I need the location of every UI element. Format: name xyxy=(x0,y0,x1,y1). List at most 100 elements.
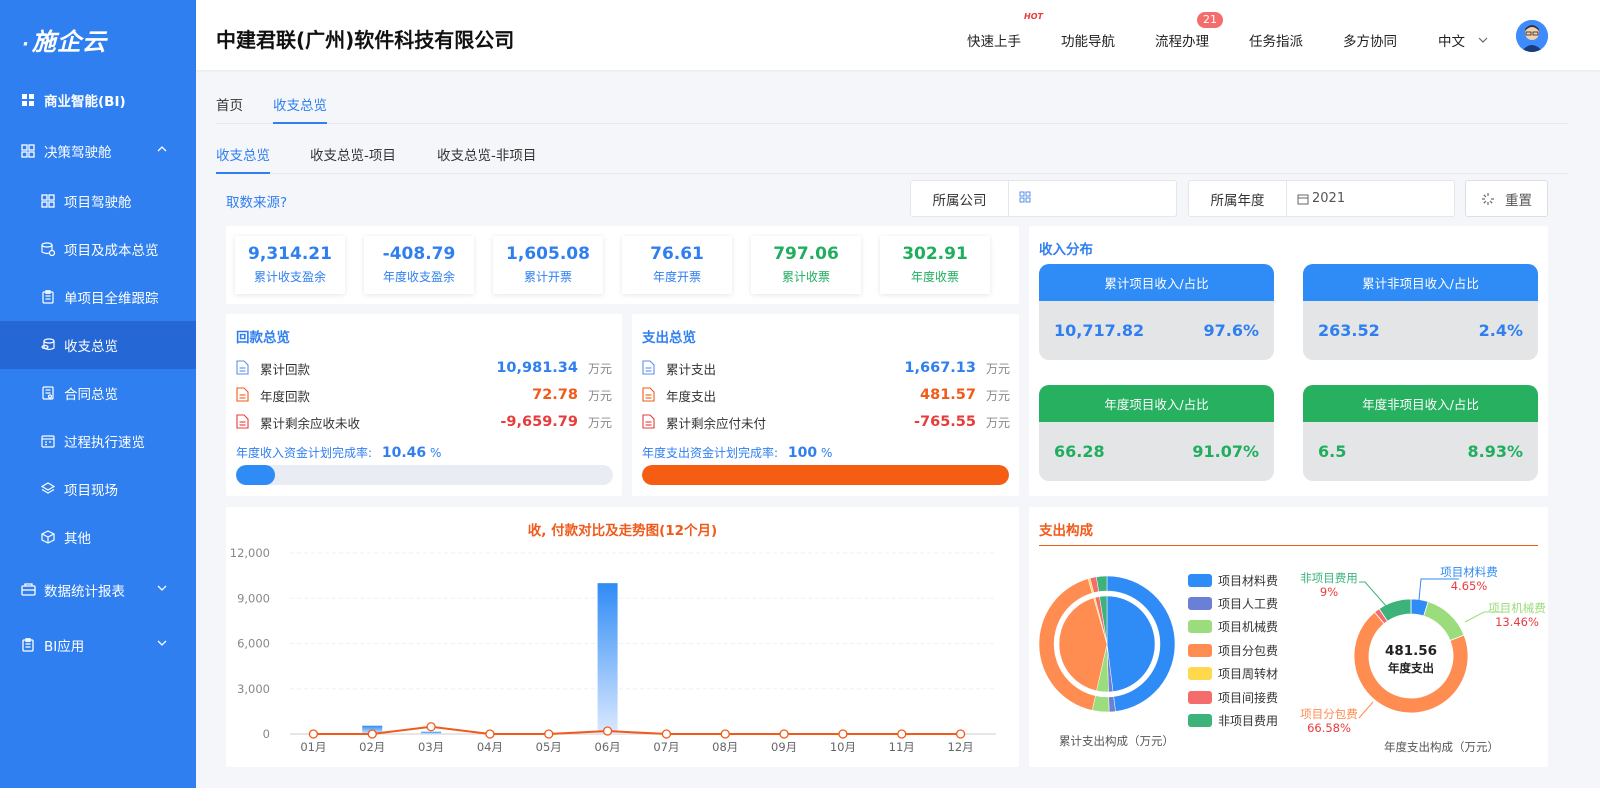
callout-pct: 9% xyxy=(1320,585,1338,599)
sidebar-item-cockpit[interactable]: 决策驾驶舱 xyxy=(0,127,196,175)
legend-swatch xyxy=(1188,691,1212,704)
row-label: 年度回款 xyxy=(260,388,311,404)
company-filter[interactable]: 所属公司 xyxy=(910,180,1177,217)
right-pie-caption: 年度支出构成（万元） xyxy=(1384,740,1499,754)
legend-label: 项目材料费 xyxy=(1218,574,1279,588)
legend-item[interactable]: 项目周转材 xyxy=(1188,665,1278,682)
loading-icon xyxy=(1481,192,1495,206)
tab-home[interactable]: 首页 xyxy=(216,94,243,124)
sidebar-item-single-project[interactable]: 单项目全维跟踪 xyxy=(0,273,196,321)
line-point xyxy=(544,729,554,739)
row-value: 10,981.34 xyxy=(496,360,578,376)
panel-title: 支出总览 xyxy=(642,330,696,346)
row-unit: 万元 xyxy=(587,361,612,376)
kpi-value: -408.79 xyxy=(382,244,456,264)
sidebar-item-project-cost[interactable]: 项目及成本总览 xyxy=(0,225,196,273)
sidebar-item-contract[interactable]: 合同总览 xyxy=(0,369,196,417)
bar xyxy=(421,731,442,734)
income-card-header: 年度项目收入/占比 xyxy=(1039,385,1274,422)
callout-line xyxy=(1358,701,1374,719)
callout-line xyxy=(1359,581,1388,608)
expense-comp-panel: 支出构成 481.56 年度支出 项目材料费 4.65% 项目机械费 13.46% 项目分包… xyxy=(1029,507,1548,767)
callout-name: 项目分包费 xyxy=(1300,707,1358,721)
reset-button[interactable]: 重置 xyxy=(1465,180,1548,217)
sidebar-item-label: 项目现场 xyxy=(64,483,118,499)
trend-chart: 0 3,000 6,000 9,000 12,000 01月 02月 03月 04月 05月 06月… xyxy=(230,546,996,754)
year-picker[interactable]: 2021 xyxy=(1287,181,1454,216)
income-card: 年度非项目收入/占比 6.5 8.93% xyxy=(1303,385,1538,481)
contract-icon xyxy=(40,385,56,401)
expenses-panel: 支出总览 累计支出 1,667.13 万元 年度支出 481.57 万元 累计剩… xyxy=(632,314,1019,496)
nav-collaboration[interactable]: 多方协同 xyxy=(1343,30,1397,50)
line-point xyxy=(897,729,907,739)
sidebar-item-label: 单项目全维跟踪 xyxy=(64,291,159,307)
donut-slice xyxy=(1423,601,1465,642)
user-avatar[interactable] xyxy=(1516,20,1548,52)
tab-overview-project[interactable]: 收支总览-项目 xyxy=(310,144,396,174)
layers-icon xyxy=(40,481,56,497)
income-card-header: 累计项目收入/占比 xyxy=(1039,264,1274,301)
chevron-down-icon xyxy=(156,637,170,651)
tab-income-expense[interactable]: 收支总览 xyxy=(273,94,327,124)
expense-row: 累计支出 1,667.13 万元 xyxy=(642,358,1010,378)
legend-item[interactable]: 项目人工费 xyxy=(1188,595,1278,612)
legend-label: 项目分包费 xyxy=(1218,644,1279,658)
row-label: 年度支出 xyxy=(666,388,717,404)
legend-item[interactable]: 项目材料费 xyxy=(1188,572,1278,589)
tab-overview-non-project[interactable]: 收支总览-非项目 xyxy=(437,144,536,174)
left-pie-caption: 累计支出构成（万元） xyxy=(1059,734,1174,748)
panel-title: 收入分布 xyxy=(1039,242,1093,258)
sidebar-item-project-cockpit[interactable]: 项目驾驶舱 xyxy=(0,177,196,225)
legend-item[interactable]: 项目机械费 xyxy=(1188,618,1278,635)
line-point xyxy=(661,729,672,739)
bar xyxy=(597,583,618,734)
sidebar-item-label: 其他 xyxy=(64,531,91,547)
kpi-card: 9,314.21 累计收支盈余 xyxy=(235,236,345,294)
trend-chart-panel: 收, 付款对比及走势图(12个月) 0 3,000 6,000 9,000 12,000… xyxy=(226,507,1019,767)
line-point xyxy=(720,729,730,739)
legend-item[interactable]: 项目间接费 xyxy=(1188,689,1278,706)
rate-unit: % xyxy=(430,446,442,460)
coins-icon xyxy=(40,337,56,353)
legend-swatch xyxy=(1188,620,1212,633)
document-icon xyxy=(236,414,250,430)
callout-pct: 66.58% xyxy=(1307,721,1351,735)
hot-tag: HOT xyxy=(1024,12,1043,21)
kpi-card: 797.06 累计收票 xyxy=(751,236,861,294)
legend-item[interactable]: 项目分包费 xyxy=(1188,642,1278,659)
nav-task-assign[interactable]: 任务指派 xyxy=(1249,30,1303,50)
kpi-label: 累计收支盈余 xyxy=(253,270,326,284)
x-tick-label: 07月 xyxy=(653,740,679,754)
y-tick-label: 0 xyxy=(263,727,270,741)
sidebar-item-other[interactable]: 其他 xyxy=(0,513,196,561)
company-select[interactable] xyxy=(1009,181,1176,216)
data-source-link[interactable]: 取数来源? xyxy=(226,191,287,211)
rate-unit: % xyxy=(820,446,833,460)
nav-function-guide[interactable]: 功能导航 xyxy=(1061,30,1115,50)
language-select[interactable]: 中文 xyxy=(1438,30,1489,50)
income-card: 累计非项目收入/占比 263.52 2.4% xyxy=(1303,264,1538,360)
expense-rate: 年度支出资金计划完成率: 100 % xyxy=(642,444,832,461)
sidebar-item-process[interactable]: 过程执行速览 xyxy=(0,417,196,465)
row-value: 1,667.13 xyxy=(904,360,976,376)
legend-item[interactable]: 非项目费用 xyxy=(1188,712,1278,729)
receipt-row: 年度回款 72.78 万元 xyxy=(236,385,612,405)
sidebar-item-bi[interactable]: 商业智能(BI) xyxy=(0,76,196,124)
sidebar-item-reports[interactable]: 数据统计报表 xyxy=(0,566,196,614)
nav-process[interactable]: 流程办理 21 xyxy=(1155,12,1223,50)
sidebar-item-label: BI应用 xyxy=(44,639,85,655)
year-filter[interactable]: 所属年度 2021 xyxy=(1188,180,1455,217)
callout-name: 非项目费用 xyxy=(1300,571,1358,585)
tab-overview[interactable]: 收支总览 xyxy=(216,144,270,174)
row-label: 累计支出 xyxy=(666,361,717,377)
clipboard-icon xyxy=(20,637,36,653)
sidebar-item-site[interactable]: 项目现场 xyxy=(0,465,196,513)
legend-label: 非项目费用 xyxy=(1218,714,1279,728)
sidebar-item-income-expense[interactable]: 收支总览 xyxy=(0,321,196,369)
callout-name: 项目材料费 xyxy=(1440,565,1498,579)
sidebar: ·施企云 商业智能(BI) 决策驾驶舱 项目驾驶舱 项目及成本总览 单项目全维跟… xyxy=(0,0,196,788)
logo[interactable]: ·施企云 xyxy=(0,0,196,78)
sidebar-item-bi-apps[interactable]: BI应用 xyxy=(0,621,196,669)
company-filter-label: 所属公司 xyxy=(911,181,1009,216)
nav-quick-start[interactable]: 快速上手 HOT xyxy=(967,12,1043,50)
